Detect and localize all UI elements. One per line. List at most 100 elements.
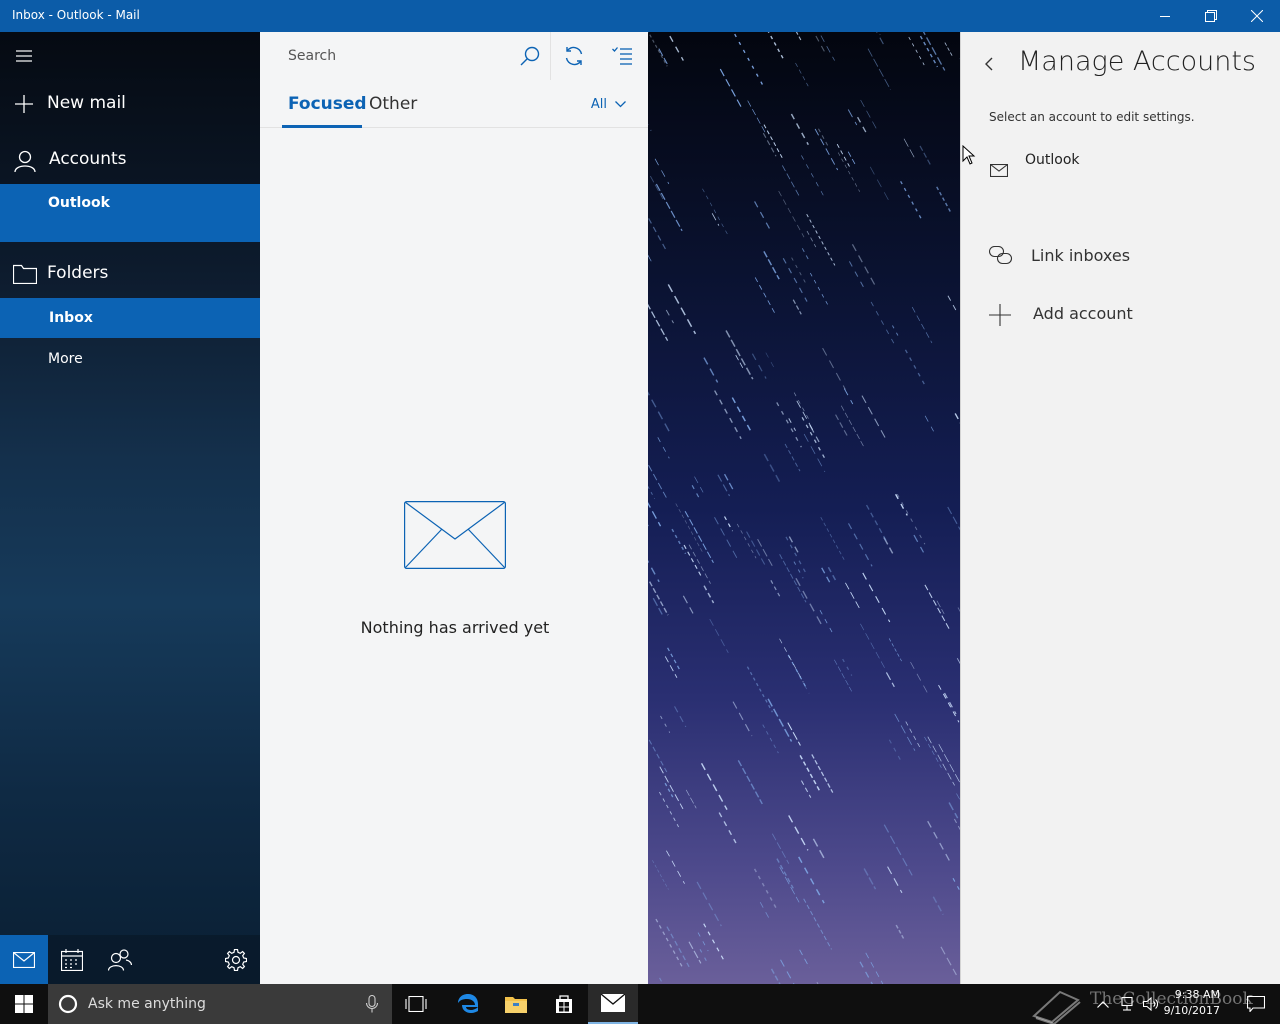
network-button[interactable] — [1116, 984, 1138, 1024]
start-button[interactable] — [0, 984, 48, 1024]
clock[interactable]: 9:38 AM 9/10/2017 — [1164, 987, 1220, 1019]
star-trail — [815, 35, 827, 55]
panel-subtitle: Select an account to edit settings. — [989, 110, 1195, 124]
star-trail — [754, 201, 771, 231]
add-account-button[interactable]: Add account — [961, 292, 1280, 336]
folder-more-label: More — [48, 351, 83, 367]
star-trail — [702, 188, 728, 235]
edge-browser-button[interactable] — [444, 984, 492, 1024]
empty-envelope-icon — [404, 501, 506, 569]
star-trail — [861, 395, 886, 438]
star-trail — [865, 952, 884, 984]
star-trail — [927, 736, 955, 786]
link-icon — [989, 246, 1013, 265]
star-trail — [765, 352, 776, 370]
star-trail — [876, 32, 886, 47]
star-trail — [648, 32, 668, 67]
star-trail — [938, 684, 960, 723]
star-trail — [801, 155, 825, 198]
task-view-icon — [405, 996, 427, 1012]
star-trail — [799, 755, 821, 792]
star-trail — [688, 941, 702, 964]
mail-app-button[interactable] — [0, 935, 48, 984]
restore-button[interactable] — [1188, 0, 1234, 32]
accounts-button[interactable]: Accounts — [0, 136, 260, 184]
star-trail — [800, 780, 812, 798]
star-trail — [709, 618, 729, 654]
star-trail — [734, 33, 764, 86]
file-explorer-button[interactable] — [492, 984, 540, 1024]
folder-item-more[interactable]: More — [0, 338, 260, 378]
cortana-icon — [58, 994, 78, 1014]
account-item-outlook[interactable]: Outlook — [0, 184, 260, 242]
hamburger-menu-button[interactable] — [0, 32, 48, 80]
link-inboxes-button[interactable]: Link inboxes — [961, 234, 1280, 278]
chevron-left-icon — [985, 57, 993, 71]
star-trail — [659, 791, 680, 828]
cortana-search-box[interactable] — [48, 984, 392, 1024]
mail-taskbar-button[interactable] — [588, 984, 638, 1024]
star-trail — [806, 213, 836, 266]
star-trail — [725, 330, 754, 380]
settings-button[interactable] — [212, 935, 260, 984]
star-trail — [847, 151, 856, 165]
star-trail — [801, 248, 811, 263]
star-trail — [913, 534, 925, 553]
selection-mode-button[interactable] — [604, 40, 640, 72]
star-trail — [924, 584, 951, 631]
filter-dropdown[interactable]: All — [591, 97, 626, 112]
people-app-button[interactable] — [96, 935, 144, 984]
star-trail — [924, 736, 942, 768]
close-button[interactable] — [1234, 0, 1280, 32]
star-trail — [947, 295, 958, 313]
star-trail — [787, 722, 801, 746]
action-center-button[interactable] — [1232, 984, 1280, 1024]
cortana-input[interactable] — [88, 984, 358, 1024]
search-button[interactable] — [512, 40, 548, 72]
star-trail — [895, 924, 905, 939]
search-input[interactable] — [272, 40, 550, 72]
star-trail — [714, 517, 738, 559]
folders-button[interactable]: Folders — [0, 250, 260, 298]
star-trail — [666, 926, 690, 968]
new-mail-button[interactable]: New mail — [0, 80, 260, 128]
star-trail — [796, 670, 810, 694]
star-trail — [770, 580, 781, 597]
volume-button[interactable] — [1140, 984, 1162, 1024]
store-icon — [556, 995, 572, 1013]
people-icon — [108, 948, 132, 971]
account-entry-outlook[interactable]: Outlook — [961, 144, 1280, 204]
person-icon — [14, 150, 36, 172]
star-trail — [847, 109, 858, 126]
star-trail — [648, 501, 662, 527]
minimize-button[interactable] — [1142, 0, 1188, 32]
star-trail — [763, 251, 780, 280]
star-trail — [691, 485, 701, 501]
star-trails-illustration — [648, 32, 960, 984]
microphone-icon[interactable] — [366, 995, 378, 1013]
star-trail — [762, 724, 779, 754]
star-trail — [648, 581, 669, 616]
tab-selected-indicator — [282, 125, 362, 128]
folder-item-inbox[interactable]: Inbox — [0, 298, 260, 338]
tab-other[interactable]: Other — [369, 94, 417, 114]
star-trail — [840, 405, 865, 449]
watermark-logo-icon — [1032, 990, 1081, 1024]
back-button[interactable] — [977, 50, 1001, 78]
mail-icon — [601, 994, 625, 1012]
store-button[interactable] — [540, 984, 588, 1024]
star-trail — [836, 143, 850, 167]
star-trail — [803, 898, 832, 950]
sync-button[interactable] — [556, 40, 592, 72]
star-trail — [905, 721, 922, 750]
calendar-app-button[interactable] — [48, 935, 96, 984]
show-hidden-icons-button[interactable] — [1092, 984, 1114, 1024]
tab-focused[interactable]: Focused — [288, 94, 367, 114]
filter-label: All — [590, 97, 607, 112]
star-trail — [649, 175, 664, 200]
star-trail — [932, 896, 944, 915]
task-view-button[interactable] — [392, 984, 440, 1024]
star-trail — [658, 48, 668, 65]
star-trail — [685, 789, 697, 809]
star-trail — [870, 301, 896, 347]
